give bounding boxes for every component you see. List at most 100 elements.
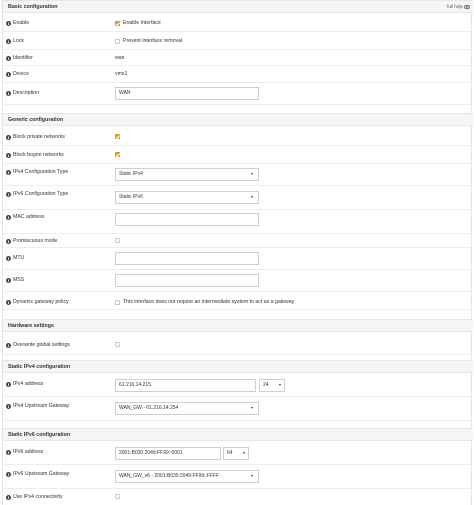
row-mss: i MSS: [3, 270, 473, 292]
row-block-private: i Block private networks: [3, 127, 473, 146]
row-use-ipv4-connectivity: i Use IPv4 connectivity: [3, 489, 473, 505]
use-ipv4-checkbox[interactable]: [115, 494, 120, 499]
info-circle-icon[interactable]: i: [6, 277, 11, 283]
mss-input[interactable]: [115, 274, 259, 287]
section-basic-configuration: Basic configuration full help: [3, 0, 473, 13]
info-circle-icon[interactable]: i: [6, 238, 11, 244]
ipv4-address-input[interactable]: 61.216.14.215: [115, 379, 256, 392]
section-title: Static IPv6 configuration: [8, 432, 71, 438]
ipv4-gateway-label: IPv4 Upstream Gateway: [13, 403, 70, 409]
ipv6-gateway-label: IPv6 Upstream Gateway: [13, 471, 70, 477]
identifier-value: wan: [115, 55, 125, 61]
dyn-gw-label: Dynamic gateway policy: [13, 299, 69, 305]
mtu-label: MTU: [13, 255, 25, 261]
mac-label: MAC address: [13, 214, 45, 220]
section-hardware-settings: Hardware settings: [3, 319, 473, 332]
info-circle-icon[interactable]: i: [6, 471, 11, 477]
ipv6-type-value: Static IPv6: [119, 194, 143, 200]
info-circle-icon[interactable]: i: [6, 134, 11, 140]
dynamic-gateway-checkbox[interactable]: [115, 299, 120, 305]
section-title: Static IPv4 configuration: [8, 364, 71, 370]
row-lock: i Lock Prevent interface removal: [3, 32, 473, 50]
ipv4-prefix-value: 24: [263, 382, 269, 388]
ipv6-gateway-value: WAN_GW_v6 - 2001:B030:2049:FF99::FFFF: [119, 473, 220, 479]
section-title: Basic configuration: [8, 4, 58, 10]
info-circle-icon[interactable]: i: [6, 38, 11, 44]
identifier-label: Identifier: [13, 55, 33, 61]
ipv4-gateway-select[interactable]: WAN_GW - 61.216.14.254: [115, 402, 259, 415]
overwrite-checkbox[interactable]: [115, 342, 120, 347]
mac-address-input[interactable]: [115, 213, 259, 226]
chevron-down-icon: [279, 384, 281, 386]
info-circle-icon[interactable]: i: [6, 494, 11, 500]
ipv6-gateway-select[interactable]: WAN_GW_v6 - 2001:B030:2049:FF99::FFFF: [115, 470, 259, 483]
block-private-label: Block private networks: [13, 134, 65, 140]
info-circle-icon[interactable]: i: [6, 299, 11, 305]
ipv6-address-label: IPv6 address: [13, 449, 44, 455]
ipv4-type-value: Static IPv4: [119, 171, 143, 177]
ipv6-prefix-value: 64: [227, 450, 233, 456]
dyn-gw-text: This interface does not require an inter…: [123, 299, 295, 305]
info-circle-icon[interactable]: i: [6, 169, 11, 175]
info-circle-icon[interactable]: i: [6, 71, 11, 77]
section-title: Generic configuration: [8, 117, 64, 123]
ipv4-address-label: IPv4 address: [13, 381, 44, 387]
section-generic-configuration: Generic configuration: [3, 113, 473, 126]
section-static-ipv4: Static IPv4 configuration: [3, 360, 473, 373]
info-circle-icon[interactable]: i: [6, 191, 11, 197]
description-input[interactable]: WAN: [115, 87, 259, 100]
row-mac-address: i MAC address: [3, 210, 473, 234]
full-help-toggle[interactable]: full help: [447, 4, 470, 9]
enable-checkbox[interactable]: [115, 20, 120, 26]
info-circle-icon[interactable]: i: [6, 381, 11, 387]
row-promiscuous: i Promiscuous mode: [3, 234, 473, 248]
mtu-input[interactable]: [115, 252, 259, 265]
device-value: vmx1: [115, 71, 128, 77]
section-static-ipv6: Static IPv6 configuration: [3, 428, 473, 441]
block-bogon-checkbox[interactable]: [115, 152, 120, 157]
row-ipv4-gateway: i IPv4 Upstream Gateway WAN_GW - 61.216.1…: [3, 397, 473, 421]
info-circle-icon[interactable]: i: [6, 342, 11, 348]
use-ipv4-label: Use IPv4 connectivity: [13, 494, 63, 500]
block-bogon-label: Block bogon networks: [13, 152, 64, 158]
ipv6-type-select[interactable]: Static IPv6: [115, 191, 259, 204]
info-circle-icon[interactable]: i: [6, 214, 11, 220]
lock-label: Lock: [13, 38, 24, 44]
ipv6-prefix-select[interactable]: 64: [223, 447, 249, 460]
device-label: Device: [13, 71, 29, 77]
row-ipv6-type: i IPv6 Configuration Type Static IPv6: [3, 186, 473, 210]
chevron-down-icon: [251, 173, 253, 175]
row-identifier: i Identifier wan: [3, 50, 473, 66]
row-dynamic-gateway: i Dynamic gateway policy This interface d…: [3, 292, 473, 310]
block-private-checkbox[interactable]: [115, 134, 120, 139]
ipv4-type-select[interactable]: Static IPv4: [115, 168, 259, 181]
ipv4-gateway-value: WAN_GW - 61.216.14.254: [119, 405, 179, 411]
info-circle-icon[interactable]: i: [6, 55, 11, 61]
promiscuous-checkbox[interactable]: [115, 238, 120, 243]
ipv6-type-label: IPv6 Configuration Type: [13, 191, 69, 197]
info-circle-icon[interactable]: i: [6, 90, 11, 96]
mss-label: MSS: [13, 277, 25, 283]
ipv4-type-label: IPv4 Configuration Type: [13, 169, 69, 175]
ipv6-address-input[interactable]: 2001:B030:2049:FF99::0001: [115, 447, 221, 460]
info-circle-icon[interactable]: i: [6, 255, 11, 261]
chevron-down-icon: [251, 475, 253, 477]
overwrite-label: Overwrite global settings: [13, 342, 70, 348]
lock-checkbox[interactable]: [115, 38, 120, 44]
chevron-down-icon: [243, 452, 245, 454]
info-circle-icon[interactable]: i: [6, 152, 11, 158]
full-help-label: full help: [447, 4, 463, 9]
info-circle-icon[interactable]: i: [6, 20, 11, 26]
toggle-icon[interactable]: [464, 4, 470, 9]
lock-text: Prevent interface removal: [123, 38, 183, 44]
row-block-bogon: i Block bogon networks: [3, 146, 473, 164]
row-ipv4-type: i IPv4 Configuration Type Static IPv4: [3, 164, 473, 186]
row-ipv6-address: i IPv6 address 2001:B030:2049:FF99::0001 …: [3, 442, 473, 465]
row-mtu: i MTU: [3, 248, 473, 270]
info-circle-icon[interactable]: i: [6, 403, 11, 409]
row-device: i Device vmx1: [3, 66, 473, 83]
ipv4-prefix-select[interactable]: 24: [259, 379, 285, 392]
promisc-label: Promiscuous mode: [13, 238, 58, 244]
row-enable: i Enable Enable Interface: [3, 14, 473, 32]
info-circle-icon[interactable]: i: [6, 449, 11, 455]
